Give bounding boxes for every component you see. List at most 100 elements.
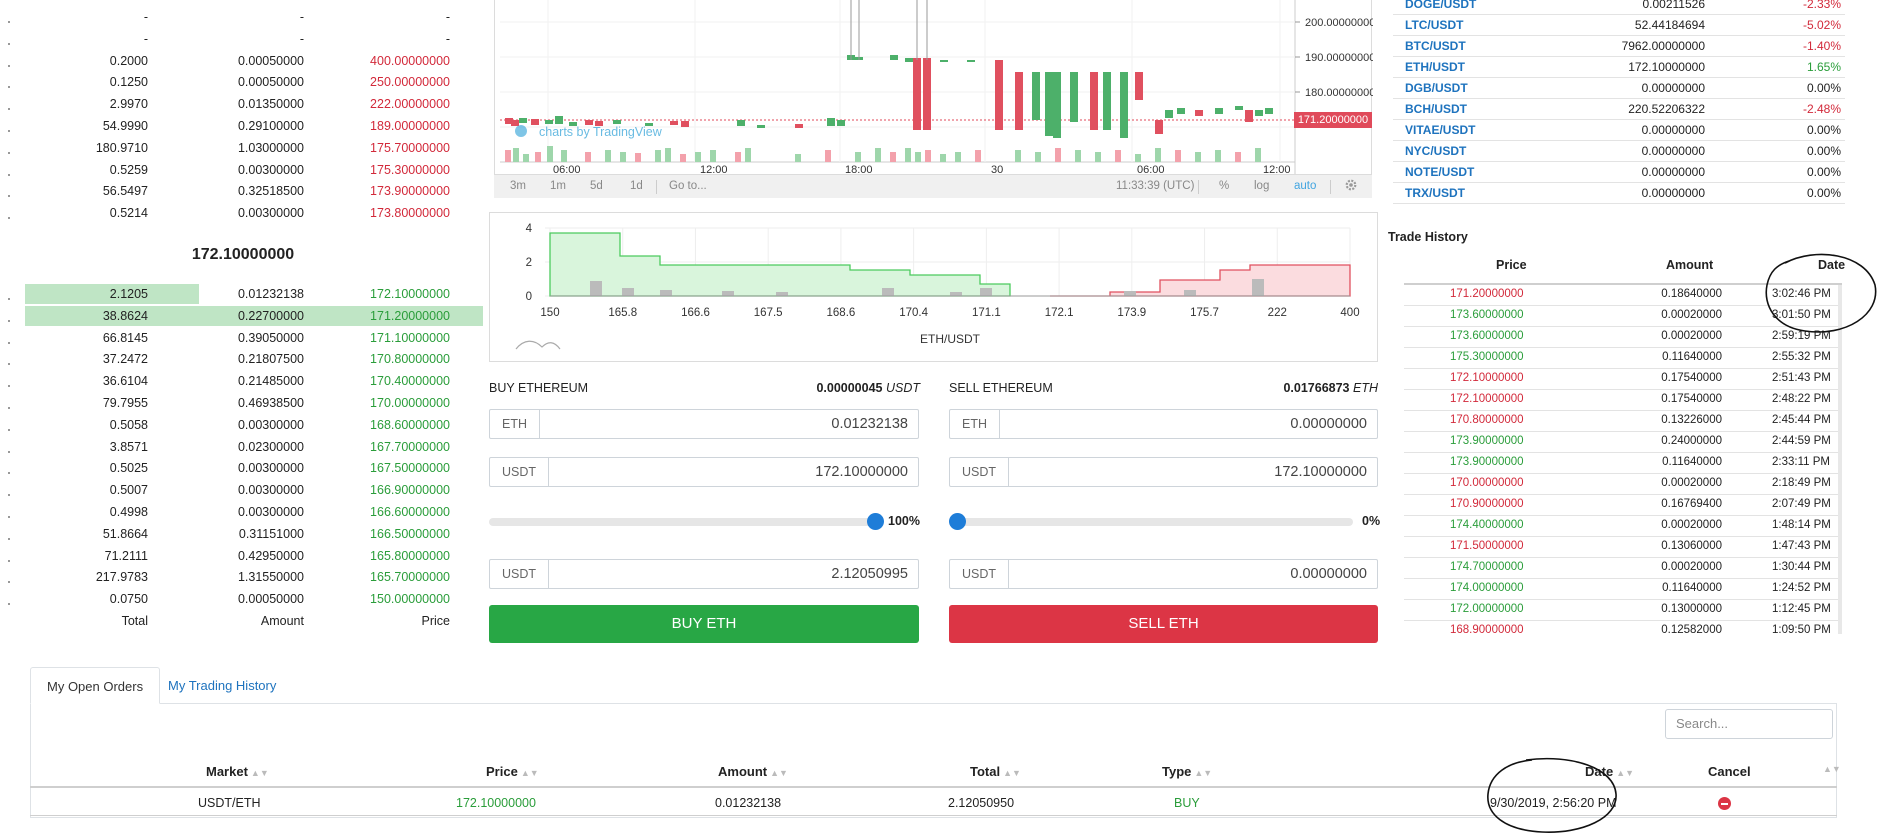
bid-row[interactable]: 0.4998 0.00300000 166.60000000 [0, 502, 486, 524]
market-row[interactable]: NOTE/USDT 0.00000000 0.00% [1393, 162, 1845, 183]
volume-bar [1195, 152, 1201, 162]
depth-plot: 150 165.8 166.6 167.5 168.6 170.4 171.1 172.1 17… [515, 223, 1360, 350]
goto-button[interactable]: Go to... [669, 180, 707, 192]
bid-row[interactable]: 0.5007 0.00300000 166.90000000 [0, 480, 486, 502]
market-pair[interactable]: LTC/USDT [1405, 18, 1463, 32]
buy-eth-button[interactable]: BUY ETH [489, 605, 919, 643]
market-pair[interactable]: TRX/USDT [1405, 186, 1465, 200]
sell-total-field[interactable]: USDT 0.00000000 [949, 559, 1378, 589]
bid-row[interactable]: 0.5025 0.00300000 167.50000000 [0, 458, 486, 480]
market-pair[interactable]: VITAE/USDT [1405, 123, 1475, 137]
bid-row[interactable]: 71.2111 0.42950000 165.80000000 [0, 546, 486, 568]
market-row[interactable]: BTC/USDT 7962.00000000 -1.40% [1393, 36, 1845, 57]
bid-row[interactable]: 217.9783 1.31550000 165.70000000 [0, 567, 486, 589]
buy-price-field[interactable]: USDT 172.10000000 [489, 457, 919, 487]
ask-row[interactable]: 0.5259 0.00300000 175.30000000 [0, 160, 486, 182]
bid-row[interactable]: 37.2472 0.21807500 170.80000000 [0, 349, 486, 371]
market-pair[interactable]: NOTE/USDT [1405, 165, 1474, 179]
range-3m-button[interactable]: 3m [510, 180, 526, 192]
auto-scale-button[interactable]: auto [1294, 180, 1316, 192]
buy-slider-track[interactable] [489, 518, 875, 526]
range-5d-button[interactable]: 5d [590, 180, 603, 192]
volume-bar [710, 150, 716, 162]
market-row[interactable]: DGB/USDT 0.00000000 0.00% [1393, 78, 1845, 99]
market-pair[interactable]: DGB/USDT [1405, 81, 1468, 95]
ask-row[interactable]: 0.2000 0.00050000 400.00000000 [0, 51, 486, 73]
market-row[interactable]: DOGE/USDT 0.00211526 -2.33% [1393, 0, 1845, 15]
log-scale-button[interactable]: log [1254, 180, 1269, 192]
orders-col-market[interactable]: Market ▲▼ [206, 764, 269, 779]
market-pair[interactable]: DOGE/USDT [1405, 0, 1476, 11]
market-pair[interactable]: BCH/USDT [1405, 102, 1467, 116]
x-tick-label: 06:00 [553, 164, 581, 174]
trade-date: 2:59:19 PM [1772, 330, 1831, 342]
range-1d-button[interactable]: 1d [630, 180, 643, 192]
bid-row[interactable]: 38.8624 0.22700000 171.20000000 [0, 305, 486, 328]
orders-col-date[interactable]: Date ▲▼ [1585, 764, 1634, 779]
market-row[interactable]: LTC/USDT 52.44184694 -5.02% [1393, 15, 1845, 36]
market-pair[interactable]: ETH/USDT [1405, 60, 1465, 74]
ask-row[interactable]: 0.5214 0.00300000 173.80000000 [0, 203, 486, 225]
bid-amount: 1.31550000 [237, 570, 304, 585]
buy-total-field[interactable]: USDT 2.12050995 [489, 559, 919, 589]
ask-row[interactable]: 54.9990 0.29100000 189.00000000 [0, 116, 486, 138]
ask-row[interactable]: --- [0, 7, 486, 29]
depth-chart[interactable]: 150 165.8 166.6 167.5 168.6 170.4 171.1 172.1 17… [489, 212, 1378, 362]
percent-scale-button[interactable]: % [1219, 180, 1229, 192]
market-pair[interactable]: NYC/USDT [1405, 144, 1466, 158]
sell-price-field[interactable]: USDT 172.10000000 [949, 457, 1378, 487]
ask-row[interactable]: 180.9710 1.03000000 175.70000000 [0, 138, 486, 160]
trade-history-scrollbar[interactable] [1838, 285, 1842, 634]
candle [757, 125, 765, 128]
ask-amount: 0.01350000 [237, 97, 304, 112]
ask-row[interactable]: 2.9970 0.01350000 222.00000000 [0, 94, 486, 116]
ask-row[interactable]: 56.5497 0.32518500 173.90000000 [0, 181, 486, 203]
chart-watermark: charts by TradingView [539, 125, 663, 139]
market-pair[interactable]: BTC/USDT [1405, 39, 1466, 53]
sell-amount-field[interactable]: ETH 0.00000000 [949, 409, 1378, 439]
bid-row[interactable]: 51.8664 0.31151000 166.50000000 [0, 524, 486, 546]
ask-row[interactable]: 0.1250 0.00050000 250.00000000 [0, 72, 486, 94]
trade-price: 170.90000000 [1450, 498, 1524, 510]
candle [1245, 110, 1253, 122]
trade-history-list[interactable]: 171.20000000 0.18640000 3:02:46 PM 173.6000… [1404, 285, 1842, 634]
sort-icon[interactable]: ▲▼ [1823, 764, 1841, 774]
sell-eth-button[interactable]: SELL ETH [949, 605, 1378, 643]
market-row[interactable]: NYC/USDT 0.00000000 0.00% [1393, 141, 1845, 162]
bid-row[interactable]: 79.7955 0.46938500 170.00000000 [0, 393, 486, 415]
bid-row[interactable]: 66.8145 0.39050000 171.10000000 [0, 328, 486, 350]
volume-bar [547, 146, 553, 162]
market-row[interactable]: ETH/USDT 172.10000000 1.65% [1393, 57, 1845, 78]
trade-row: 168.90000000 0.12582000 1:09:50 PM [1404, 621, 1842, 634]
buy-slider-handle[interactable] [867, 513, 884, 530]
gear-icon[interactable] [1344, 178, 1358, 195]
candlestick-chart[interactable]: 200.00000000 190.00000000 180.00000000 06:0… [494, 0, 1375, 198]
bid-row[interactable]: 0.5058 0.00300000 168.60000000 [0, 415, 486, 437]
bid-row[interactable]: 36.6104 0.21485000 170.40000000 [0, 371, 486, 393]
orders-search-input[interactable]: Search... [1665, 709, 1833, 739]
bid-row[interactable]: 3.8571 0.02300000 167.70000000 [0, 437, 486, 459]
buy-amount-field[interactable]: ETH 0.01232138 [489, 409, 919, 439]
orders-col-price[interactable]: Price ▲▼ [486, 764, 539, 779]
orders-col-type[interactable]: Type ▲▼ [1162, 764, 1212, 779]
sell-slider-track[interactable] [949, 518, 1353, 526]
tab-trading-history[interactable]: My Trading History [152, 667, 292, 704]
order-price: 172.10000000 [456, 796, 536, 810]
cancel-order-icon[interactable] [1718, 797, 1731, 810]
market-row[interactable]: BCH/USDT 220.52206322 -2.48% [1393, 99, 1845, 120]
bid-row[interactable]: 0.0750 0.00050000 150.00000000 [0, 589, 486, 611]
ask-row[interactable]: --- [0, 29, 486, 51]
orders-col-total[interactable]: Total ▲▼ [970, 764, 1021, 779]
tab-open-orders[interactable]: My Open Orders [30, 667, 161, 704]
market-row[interactable]: TRX/USDT 0.00000000 0.00% [1393, 183, 1845, 204]
range-1m-button[interactable]: 1m [550, 180, 566, 192]
sell-slider-handle[interactable] [949, 513, 966, 530]
depth-volume-bar [1124, 291, 1136, 296]
ask-total: 0.1250 [109, 75, 148, 90]
ask-price: - [445, 31, 450, 46]
bid-row[interactable]: 2.1205 0.01232138 172.10000000 [0, 284, 486, 306]
order-book: - - - - - - 0.2000 0.00050000 400.00000000 0.1250… [0, 0, 486, 640]
orders-col-amount[interactable]: Amount ▲▼ [718, 764, 788, 779]
market-row[interactable]: VITAE/USDT 0.00000000 0.00% [1393, 120, 1845, 141]
bid-total: 66.8145 [102, 330, 148, 345]
